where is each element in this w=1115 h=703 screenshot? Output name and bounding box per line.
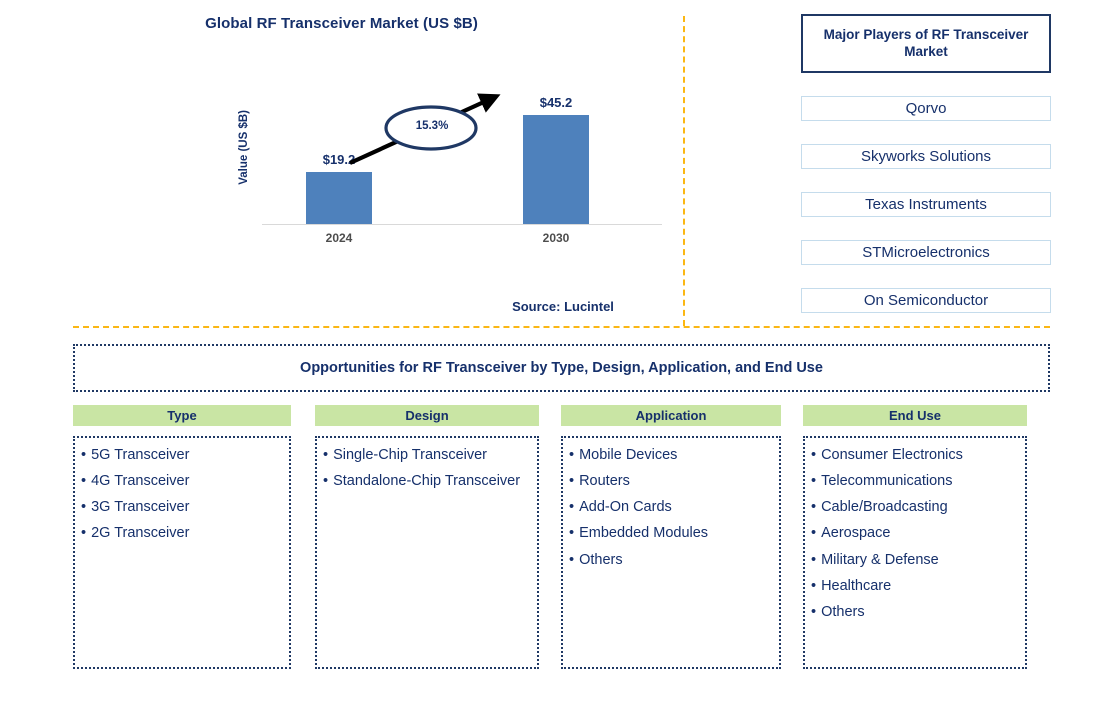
column-body-application: • Mobile Devices • Routers • Add-On Card…	[561, 436, 781, 669]
list-item-label: Telecommunications	[821, 473, 953, 490]
list-item-label: 3G Transceiver	[91, 499, 190, 516]
list-item: • Others	[569, 551, 773, 570]
list-item: • Healthcare	[811, 577, 1019, 596]
list-item: • Single-Chip Transceiver	[323, 446, 531, 465]
list-item-label: Embedded Modules	[579, 525, 709, 542]
bullet-icon: •	[569, 525, 575, 542]
list-item-label: Mobile Devices	[579, 447, 678, 463]
cagr-value-label: 15.3%	[415, 120, 449, 132]
bar-2024	[306, 172, 372, 224]
chart-title: Global RF Transceiver Market (US $B)	[205, 15, 478, 32]
major-players-panel: Major Players of RF Transceiver Market Q…	[801, 14, 1051, 313]
bar-value-2030: $45.2	[539, 95, 573, 110]
list-item-label: Single-Chip Transceiver	[333, 447, 488, 463]
list-item-label: Others	[579, 551, 623, 568]
player-label: Texas Instruments	[865, 196, 987, 213]
bar-2030	[523, 115, 589, 224]
player-label: Skyworks Solutions	[860, 148, 992, 165]
opportunity-column-end-use: End Use • Consumer Electronics • Telecom…	[803, 405, 1027, 669]
bullet-icon: •	[811, 603, 817, 620]
opportunity-column-design: Design • Single-Chip Transceiver • Stand…	[315, 405, 539, 669]
opportunity-column-application: Application • Mobile Devices • Routers •…	[561, 405, 781, 669]
list-item: • Add-On Cards	[569, 498, 773, 517]
cagr-growth-arrow-icon	[349, 93, 501, 165]
bullet-icon: •	[569, 473, 575, 490]
list-item-label: Healthcare	[821, 577, 892, 594]
list-item-label: Military & Defense	[821, 551, 939, 568]
bullet-icon: •	[811, 577, 817, 594]
player-label: STMicroelectronics	[862, 244, 990, 261]
major-players-title: Major Players of RF Transceiver Market	[801, 14, 1051, 73]
opportunity-column-type: Type • 5G Transceiver • 4G Transceiver •…	[73, 405, 291, 669]
list-item-label: Cable/Broadcasting	[821, 499, 948, 516]
list-item: • Embedded Modules	[569, 524, 773, 543]
list-item: • Consumer Electronics	[811, 446, 1019, 465]
horizontal-dashed-divider	[73, 326, 1050, 328]
list-item-label: Aerospace	[821, 525, 891, 542]
list-item: • Standalone-Chip Transceiver	[323, 472, 531, 491]
bullet-icon: •	[81, 447, 87, 463]
bullet-icon: •	[811, 525, 817, 542]
chart-y-axis-label: Value (US $B)	[238, 110, 250, 185]
list-item-label: Consumer Electronics	[821, 447, 963, 463]
list-item-label: Add-On Cards	[579, 499, 672, 516]
list-item: • Mobile Devices	[569, 446, 773, 465]
player-item-skyworks-solutions[interactable]: Skyworks Solutions	[801, 144, 1051, 169]
list-item: • Aerospace	[811, 524, 1019, 543]
player-item-on-semiconductor[interactable]: On Semiconductor	[801, 288, 1051, 313]
market-chart-panel: Global RF Transceiver Market (US $B) Val…	[0, 0, 683, 325]
bullet-icon: •	[569, 551, 575, 568]
bullet-icon: •	[811, 447, 817, 463]
opportunities-columns: Type • 5G Transceiver • 4G Transceiver •…	[73, 405, 1050, 670]
list-item: • Others	[811, 603, 1019, 622]
list-item: • 2G Transceiver	[81, 524, 283, 543]
list-item: • Cable/Broadcasting	[811, 498, 1019, 517]
list-item: • Telecommunications	[811, 472, 1019, 491]
bullet-icon: •	[81, 499, 87, 516]
bullet-icon: •	[81, 473, 87, 490]
opportunities-banner: Opportunities for RF Transceiver by Type…	[73, 344, 1050, 392]
bullet-icon: •	[569, 447, 575, 463]
x-tick-label-2030: 2030	[542, 231, 570, 245]
x-tick-label-2024: 2024	[325, 231, 353, 245]
bullet-icon: •	[323, 473, 329, 490]
column-header-end-use: End Use	[803, 405, 1027, 426]
list-item-label: Routers	[579, 473, 630, 490]
chart-baseline-axis	[262, 224, 662, 225]
opportunities-banner-text: Opportunities for RF Transceiver by Type…	[300, 360, 823, 376]
list-item-label: 2G Transceiver	[91, 525, 190, 542]
player-label: On Semiconductor	[863, 292, 989, 309]
column-header-type: Type	[73, 405, 291, 426]
list-item: • 5G Transceiver	[81, 446, 283, 465]
bullet-icon: •	[811, 473, 817, 490]
bullet-icon: •	[81, 525, 87, 542]
list-item: • 3G Transceiver	[81, 498, 283, 517]
list-item-label: 5G Transceiver	[91, 447, 190, 463]
vertical-dashed-divider	[683, 16, 685, 326]
bullet-icon: •	[811, 499, 817, 516]
list-item: • Routers	[569, 472, 773, 491]
bullet-icon: •	[811, 551, 817, 568]
list-item-label: 4G Transceiver	[91, 473, 190, 490]
column-body-design: • Single-Chip Transceiver • Standalone-C…	[315, 436, 539, 669]
column-body-type: • 5G Transceiver • 4G Transceiver • 3G T…	[73, 436, 291, 669]
column-header-application: Application	[561, 405, 781, 426]
chart-source-label: Source: Lucintel	[512, 299, 614, 314]
list-item-label: Others	[821, 603, 865, 620]
column-body-end-use: • Consumer Electronics • Telecommunicati…	[803, 436, 1027, 669]
player-item-texas-instruments[interactable]: Texas Instruments	[801, 192, 1051, 217]
column-header-design: Design	[315, 405, 539, 426]
list-item-label: Standalone-Chip Transceiver	[333, 473, 521, 490]
player-item-stmicroelectronics[interactable]: STMicroelectronics	[801, 240, 1051, 265]
bullet-icon: •	[323, 447, 329, 463]
player-label: Qorvo	[905, 100, 947, 117]
player-item-qorvo[interactable]: Qorvo	[801, 96, 1051, 121]
list-item: • Military & Defense	[811, 551, 1019, 570]
bullet-icon: •	[569, 499, 575, 516]
list-item: • 4G Transceiver	[81, 472, 283, 491]
